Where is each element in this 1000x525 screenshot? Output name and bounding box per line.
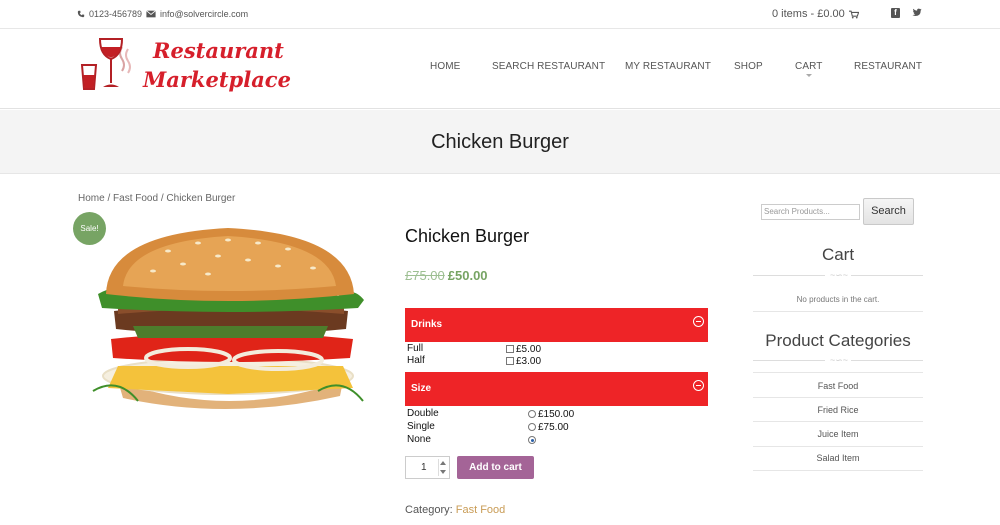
- flourish-icon: ~∽~: [830, 355, 849, 365]
- search-button[interactable]: Search: [863, 198, 914, 225]
- wine-glass-logo-icon: [80, 38, 131, 90]
- divider: [753, 311, 923, 312]
- phone-icon: [77, 10, 85, 18]
- product-category: Category: Fast Food: [405, 504, 505, 516]
- cart-empty-message: No products in the cart.: [796, 295, 880, 304]
- nav-my-restaurant[interactable]: MY RESTAURANT: [625, 61, 711, 72]
- phone-number: 0123-456789: [89, 9, 143, 19]
- size-double-option[interactable]: £150.00: [528, 408, 574, 420]
- drinks-option-label: Drinks: [411, 319, 443, 330]
- page-title: Chicken Burger: [431, 131, 569, 153]
- site-header: Restaurant Marketplace HOME SEARCH RESTA…: [0, 29, 1000, 109]
- option-name: None: [407, 434, 431, 445]
- category-item-fast-food[interactable]: Fast Food: [753, 381, 923, 391]
- breadcrumb-home[interactable]: Home: [78, 193, 105, 204]
- option-name: Double: [407, 408, 439, 419]
- divider: [753, 470, 923, 471]
- size-single-option[interactable]: £75.00: [528, 421, 569, 433]
- twitter-icon[interactable]: [912, 8, 922, 20]
- old-price: £75.00: [405, 268, 445, 283]
- page-title-band: Chicken Burger: [0, 110, 1000, 174]
- quantity-spinner[interactable]: [438, 459, 447, 476]
- categories-widget-title: Product Categories: [765, 331, 911, 350]
- drinks-half-checkbox[interactable]: [506, 357, 514, 365]
- email-contact[interactable]: info@solvercircle.com: [146, 9, 248, 19]
- product-title: Chicken Burger: [405, 226, 530, 246]
- category-item-salad[interactable]: Salad Item: [753, 453, 923, 463]
- mini-cart-link[interactable]: 0 items - £0.00: [772, 8, 859, 20]
- logo-text-line1: Restaurant: [153, 38, 284, 63]
- nav-cart-label: CART: [795, 61, 823, 72]
- size-option-header[interactable]: Size: [405, 372, 708, 406]
- category-label: Category:: [405, 504, 453, 516]
- product-price: £75.00 £50.00: [405, 268, 488, 283]
- flourish-icon: ~∽~: [830, 270, 849, 280]
- nav-search-restaurant[interactable]: SEARCH RESTAURANT: [492, 61, 605, 72]
- facebook-icon[interactable]: f: [891, 8, 900, 18]
- drinks-full-option[interactable]: £5.00: [506, 343, 541, 355]
- add-to-cart-button[interactable]: Add to cart: [457, 456, 534, 479]
- nav-home[interactable]: HOME: [430, 61, 460, 72]
- option-name: Half: [407, 355, 425, 366]
- option-price: £3.00: [516, 355, 542, 367]
- top-bar: 0123-456789 info@solvercircle.com 0 item…: [0, 0, 1000, 29]
- nav-shop[interactable]: SHOP: [734, 61, 763, 72]
- divider: [753, 397, 923, 398]
- chevron-down-icon[interactable]: [440, 470, 446, 474]
- logo-text-line2: Marketplace: [143, 67, 291, 92]
- chevron-down-icon: [805, 74, 812, 77]
- email-address[interactable]: info@solvercircle.com: [160, 9, 248, 19]
- ornament-divider: ~∽~: [753, 355, 923, 365]
- category-link[interactable]: Fast Food: [456, 504, 506, 516]
- chevron-up-icon[interactable]: [440, 461, 446, 465]
- divider: [753, 446, 923, 447]
- burger-image: [92, 228, 364, 410]
- category-item-fried-rice[interactable]: Fried Rice: [753, 405, 923, 415]
- option-price: £75.00: [538, 421, 569, 433]
- divider: [753, 372, 923, 373]
- size-double-radio[interactable]: [528, 410, 536, 418]
- size-none-radio[interactable]: [528, 436, 536, 444]
- category-item-juice[interactable]: Juice Item: [753, 429, 923, 439]
- drinks-half-option[interactable]: £3.00: [506, 355, 541, 367]
- drinks-option-header[interactable]: Drinks: [405, 308, 708, 342]
- option-name: Full: [407, 343, 424, 354]
- size-none-option[interactable]: [528, 434, 536, 446]
- mini-cart-summary[interactable]: 0 items - £0.00: [772, 8, 845, 20]
- nav-cart[interactable]: CART: [795, 61, 823, 77]
- quantity-value[interactable]: 1: [421, 462, 427, 473]
- ornament-divider: ~∽~: [753, 270, 923, 280]
- option-price: £150.00: [538, 408, 575, 420]
- search-input[interactable]: Search Products...: [761, 204, 860, 220]
- site-logo[interactable]: Restaurant Marketplace: [78, 37, 291, 99]
- cart-widget-title: Cart: [821, 245, 855, 264]
- collapse-icon[interactable]: [693, 316, 704, 327]
- divider: [753, 421, 923, 422]
- sale-badge: Sale!: [73, 212, 106, 245]
- sale-price: £50.00: [447, 268, 488, 283]
- breadcrumb-current: Chicken Burger: [166, 193, 236, 204]
- quantity-stepper[interactable]: 1: [405, 456, 450, 479]
- nav-restaurant[interactable]: RESTAURANT: [854, 61, 922, 72]
- size-single-radio[interactable]: [528, 423, 536, 431]
- breadcrumb-separator: /: [104, 193, 114, 204]
- option-price: £5.00: [516, 343, 542, 355]
- breadcrumb: Home / Fast Food / Chicken Burger: [78, 193, 235, 204]
- drinks-full-checkbox[interactable]: [506, 345, 514, 353]
- option-name: Single: [407, 421, 435, 432]
- phone-contact: 0123-456789: [77, 9, 142, 19]
- product-image[interactable]: [78, 216, 380, 419]
- breadcrumb-category[interactable]: Fast Food: [113, 193, 158, 204]
- envelope-icon: [146, 10, 156, 18]
- collapse-icon[interactable]: [693, 380, 704, 391]
- shopping-cart-icon: [848, 10, 859, 18]
- size-option-label: Size: [411, 383, 432, 394]
